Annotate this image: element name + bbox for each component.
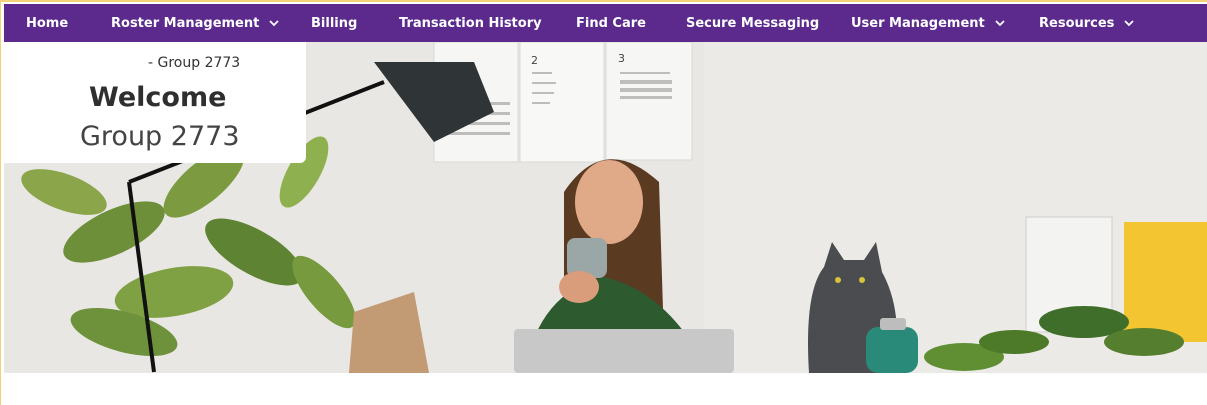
nav-roster-management[interactable]: Roster Management [111, 4, 280, 42]
welcome-title: Welcome [89, 82, 227, 113]
nav-resources[interactable]: Resources [1039, 4, 1135, 42]
nav-resources-label: Resources [1039, 15, 1115, 31]
nav-transaction-history-label: Transaction History [399, 15, 542, 31]
calendar-page-2-label: 2 [531, 54, 538, 67]
chevron-down-icon [995, 20, 1005, 27]
calendar-page-3-label: 3 [618, 52, 625, 65]
nav-transaction-history[interactable]: Transaction History [399, 4, 542, 42]
main-navigation: Home Roster Management Billing Transacti… [4, 4, 1207, 42]
yellow-folder [1124, 222, 1207, 342]
nav-find-care[interactable]: Find Care [576, 4, 646, 42]
nav-billing-label: Billing [311, 15, 358, 31]
chevron-down-icon [269, 20, 279, 27]
nav-roster-management-label: Roster Management [111, 15, 260, 31]
nav-home-label: Home [26, 15, 69, 31]
nav-secure-messaging-label: Secure Messaging [686, 15, 820, 31]
welcome-group-name: Group 2773 [80, 121, 240, 152]
chevron-down-icon [1124, 20, 1135, 27]
nav-home[interactable]: Home [26, 4, 68, 42]
bottle [866, 327, 918, 373]
laptop [514, 329, 734, 373]
nav-find-care-label: Find Care [576, 15, 646, 31]
nav-user-management[interactable]: User Management [851, 4, 1006, 42]
welcome-card: - Group 2773 Welcome Group 2773 [4, 42, 306, 163]
breadcrumb: - Group 2773 [148, 55, 241, 71]
nav-secure-messaging[interactable]: Secure Messaging [686, 4, 819, 42]
nav-user-management-label: User Management [851, 15, 985, 31]
nav-billing[interactable]: Billing [311, 4, 357, 42]
